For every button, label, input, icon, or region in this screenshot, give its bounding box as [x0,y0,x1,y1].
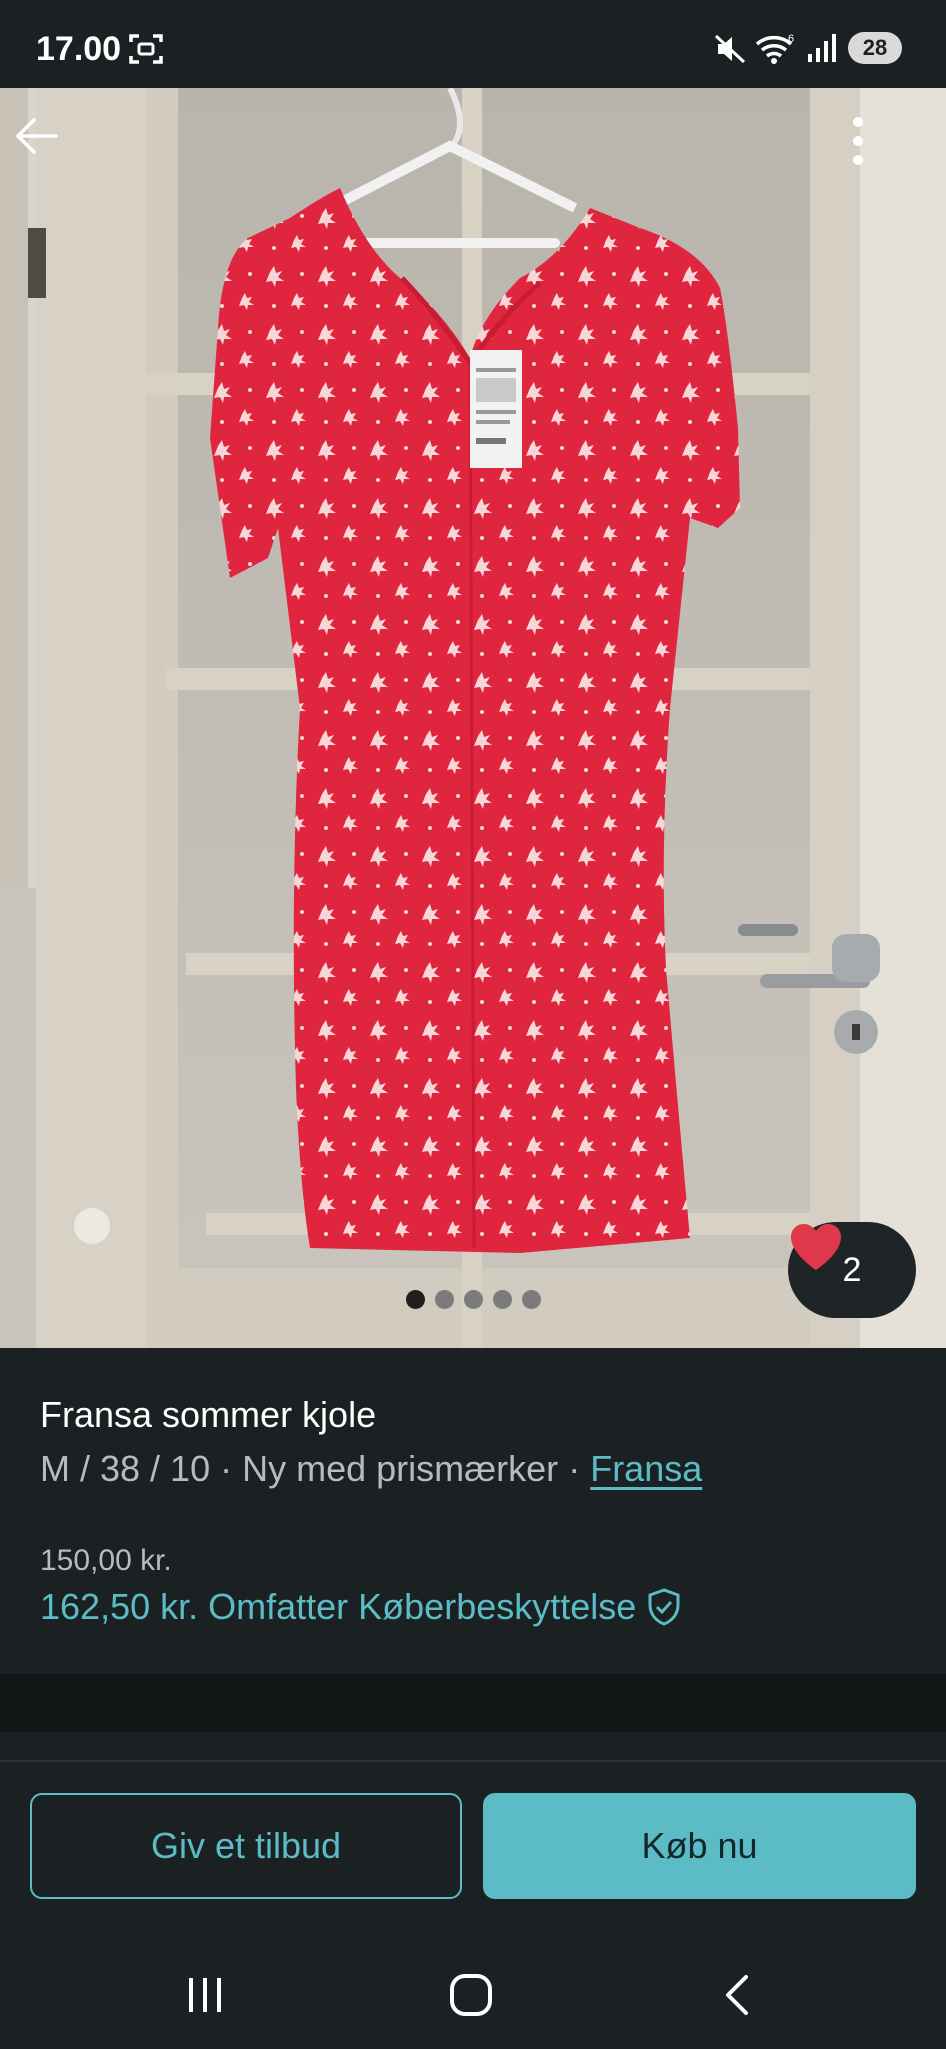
more-vertical-icon [853,117,863,165]
status-time: 17.00 [36,30,122,68]
status-bar: 17.00 6 28 [0,0,946,88]
back-icon [726,1975,748,2015]
more-options-button[interactable] [852,116,932,196]
shield-check-icon [648,1588,680,1626]
battery-icon: 28 [848,32,902,64]
favorite-count: 2 [842,1250,862,1289]
svg-text:6: 6 [788,33,794,45]
screenshot-icon [128,32,164,71]
carousel-dot[interactable] [405,1290,425,1309]
carousel-dot[interactable] [434,1290,454,1309]
battery-level: 28 [862,35,888,60]
make-offer-button[interactable]: Giv et tilbud [30,1793,462,1899]
heart-icon [791,1224,841,1270]
carousel-dot[interactable] [521,1290,541,1309]
size-label: M / 38 / 10 [40,1448,211,1489]
buy-now-button[interactable]: Køb nu [483,1793,916,1899]
brand-link[interactable]: Fransa [590,1448,702,1489]
protection-label: Omfatter Køberbeskyttelse [208,1586,637,1627]
condition-label: Ny med prismærker [242,1448,559,1489]
back-button[interactable] [14,116,94,196]
wifi-icon: 6 [754,32,796,71]
carousel-dot[interactable] [463,1290,483,1309]
total-price: 162,50 kr. [40,1586,199,1627]
back-arrow-icon [16,118,58,154]
separator: · [220,1448,233,1489]
divider-line [0,1760,946,1762]
carousel-dot[interactable] [492,1290,512,1309]
home-icon [450,1974,492,2016]
nav-back-button[interactable] [692,1960,782,2030]
recents-button[interactable] [160,1960,250,2030]
favorite-button[interactable]: 2 [788,1222,916,1318]
product-photo [0,88,946,1348]
mute-icon [714,34,746,69]
listing-info: Fransa sommer kjole M / 38 / 10 · Ny med… [0,1348,946,1674]
recents-icon [189,1978,221,2012]
listing-title: Fransa sommer kjole [40,1394,377,1435]
section-divider [0,1674,946,1732]
product-photo-carousel[interactable]: 2 [0,88,946,1348]
item-price: 150,00 kr. [40,1544,172,1577]
system-navigation-bar [0,1940,946,2049]
buyer-protection-link[interactable]: 162,50 kr. Omfatter Køberbeskyttelse [40,1586,682,1628]
signal-icon [806,32,838,69]
home-button[interactable] [426,1960,516,2030]
separator: · [568,1448,581,1489]
listing-details: M / 38 / 10 · Ny med prismærker · Fransa [40,1448,702,1490]
